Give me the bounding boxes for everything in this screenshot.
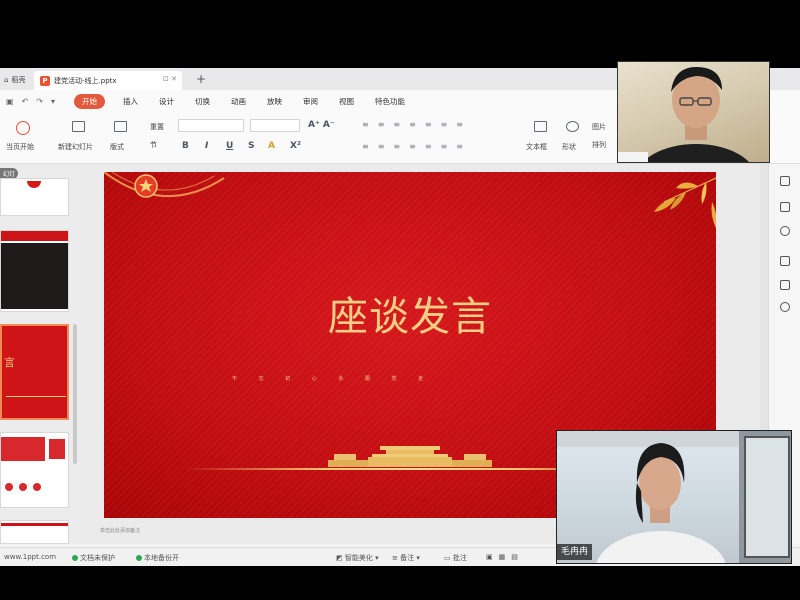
font-color-icon[interactable]: A: [268, 141, 275, 151]
underline-icon[interactable]: U: [226, 141, 233, 151]
smart-beautify-button[interactable]: ◩ 智能美化 ▾: [336, 553, 379, 563]
reset-button[interactable]: 重置: [150, 122, 164, 132]
bold-icon[interactable]: B: [182, 141, 189, 151]
slide-thumbnail-panel: 幻灯 言: [0, 164, 78, 544]
slide-thumbnail-2[interactable]: [0, 230, 69, 312]
play-icon[interactable]: [16, 121, 30, 135]
save-icon[interactable]: ▣: [6, 97, 14, 106]
quick-access: ▣ ↶ ↷ ▾: [0, 97, 72, 106]
strikethrough-icon[interactable]: S: [248, 141, 254, 151]
webcam-participant-top: [617, 61, 770, 163]
new-tab-button[interactable]: +: [196, 72, 206, 86]
grow-font-icon[interactable]: A⁺ A⁻: [308, 120, 335, 130]
menu-animation[interactable]: 动画: [231, 96, 246, 107]
slide-subtitle[interactable]: 不 忘 初 心 永 跟 党 走: [232, 375, 433, 382]
tiananmen-silhouette: [328, 446, 492, 467]
backup-status[interactable]: 本地备份开: [136, 553, 179, 563]
shield-icon: [72, 555, 78, 561]
participant-avatar: [557, 431, 791, 563]
list-icons[interactable]: ≡≡≡≡≡≡≡: [362, 120, 472, 129]
tab-close-icon[interactable]: ⊡ ✕: [163, 75, 177, 83]
settings-sliders-icon[interactable]: [780, 176, 790, 186]
new-slide-icon[interactable]: [72, 121, 85, 132]
redo-icon[interactable]: ↷: [36, 97, 43, 106]
textbox-button[interactable]: 文本框: [526, 142, 547, 152]
participant-name-label: 毛冉冉: [557, 544, 593, 560]
document-tab[interactable]: P 建党活动-线上.pptx ⊡ ✕: [34, 71, 182, 90]
home-tab-label: 稻壳: [11, 76, 26, 84]
thumbnail-title-fragment: 言: [4, 356, 15, 369]
align-icons[interactable]: ≡≡≡≡≡≡≡: [362, 142, 472, 151]
notes-toggle-button[interactable]: ≡ 备注 ▾: [392, 553, 420, 563]
home-tab[interactable]: ⌂ 稻壳: [0, 72, 25, 88]
undo-icon[interactable]: ↶: [22, 97, 29, 106]
slide-thumbnail-1[interactable]: [0, 178, 69, 216]
doc-protect-status[interactable]: 文档未保护: [72, 553, 115, 563]
screen: ⌂ 稻壳 P 建党活动-线上.pptx ⊡ ✕ + ▣ ↶ ↷ ▾ 开始 插入 …: [0, 0, 800, 600]
notes-placeholder[interactable]: 单击此处添加备注: [100, 527, 140, 534]
home-icon: ⌂: [4, 76, 9, 84]
layout-icon[interactable]: [114, 121, 127, 132]
slide-image-icon[interactable]: [780, 202, 790, 212]
more-icon[interactable]: ▾: [51, 97, 55, 106]
emblem-decoration: [104, 172, 225, 198]
textbox-icon[interactable]: [534, 121, 547, 132]
from-current-button[interactable]: 当页开始: [6, 142, 34, 152]
slide-thumbnail-3-selected[interactable]: 言: [0, 324, 69, 420]
menu-review[interactable]: 审阅: [303, 96, 318, 107]
shape-button[interactable]: 形状: [562, 142, 576, 152]
slide-title[interactable]: 座谈发言: [104, 284, 716, 342]
cloud-icon: [136, 555, 142, 561]
thumbnail-scrollbar[interactable]: [73, 324, 77, 464]
font-size-select[interactable]: [250, 119, 300, 132]
slide-thumbnail-5[interactable]: [0, 520, 69, 544]
comments-button[interactable]: ▭ 批注: [444, 553, 467, 563]
view-mode-icons[interactable]: ▣▦▤: [486, 553, 524, 561]
italic-icon[interactable]: I: [205, 141, 208, 151]
pin-icon[interactable]: [780, 256, 790, 266]
copy-icon[interactable]: [780, 280, 790, 290]
arrange-button[interactable]: 排列: [592, 140, 606, 150]
menu-home[interactable]: 开始: [74, 93, 105, 109]
section-button[interactable]: 节: [150, 140, 157, 150]
menu-slideshow[interactable]: 放映: [267, 96, 282, 107]
document-tab-label: 建党活动-线上.pptx: [54, 76, 117, 85]
menu-transition[interactable]: 切换: [195, 96, 210, 107]
font-family-select[interactable]: [178, 119, 244, 132]
slide-thumbnail-4[interactable]: [0, 432, 69, 508]
superscript-icon[interactable]: X²: [290, 141, 301, 151]
bamboo-leaf-decoration: [654, 177, 716, 228]
status-website: www.1ppt.com: [4, 553, 57, 561]
menu-insert[interactable]: 插入: [123, 96, 138, 107]
new-slide-button[interactable]: 新建幻灯片: [58, 142, 93, 152]
layout-button[interactable]: 版式: [110, 142, 124, 152]
participant-avatar: [618, 66, 749, 162]
menu-design[interactable]: 设计: [159, 96, 174, 107]
shape-icon[interactable]: [566, 121, 579, 132]
picture-button[interactable]: 图片: [592, 122, 606, 132]
menu-view[interactable]: 视图: [339, 96, 354, 107]
history-icon[interactable]: [780, 226, 790, 236]
ppt-file-icon: P: [40, 75, 50, 86]
menu-features[interactable]: 特色功能: [375, 96, 405, 107]
help-icon[interactable]: [780, 302, 790, 312]
